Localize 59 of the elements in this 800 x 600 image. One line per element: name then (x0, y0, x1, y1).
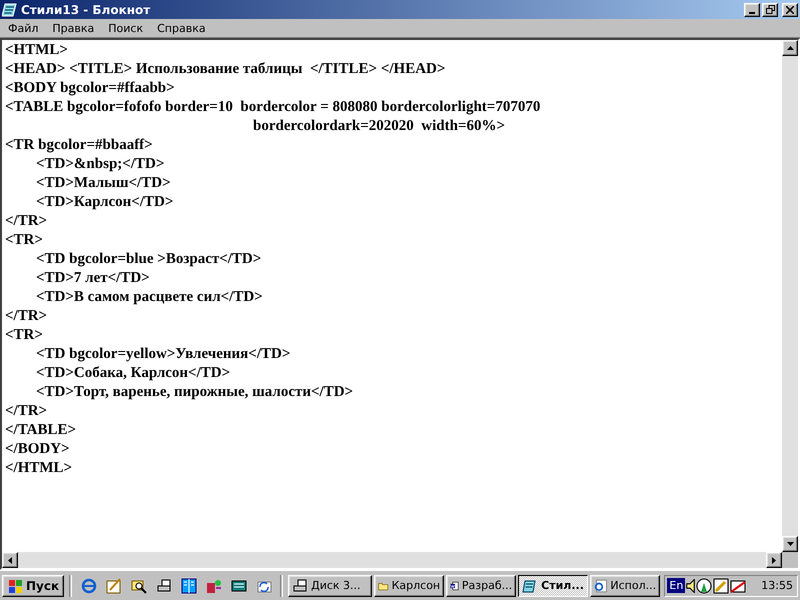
code-line: <TD>Карлсон</TD> (35, 193, 174, 212)
code-line: </TR> (5, 402, 48, 421)
windows-logo-icon (7, 578, 23, 592)
shapes-icon (206, 578, 222, 594)
minimize-button[interactable] (744, 2, 760, 16)
restore-button[interactable] (762, 2, 778, 16)
code-line: </HTML> (5, 459, 74, 478)
menu-item[interactable]: Справка (150, 22, 213, 34)
code-line: <TR> (5, 326, 44, 345)
taskbar-button[interactable]: Карлсон (374, 574, 444, 596)
drive-icon (156, 578, 172, 594)
code-line: <TD>7 лет</TD> (35, 269, 151, 288)
language-indicator[interactable]: En (667, 578, 686, 593)
right-arrow-icon (772, 556, 776, 564)
menu-item[interactable]: Правка (45, 22, 102, 34)
minimize-icon (749, 12, 755, 14)
code-line: </BODY> (5, 440, 71, 459)
close-button[interactable] (782, 2, 798, 16)
taskbar-button[interactable]: Стил... (518, 574, 588, 596)
browser-icon (594, 578, 608, 594)
drive-icon (292, 578, 308, 594)
keyboard-icon (230, 578, 247, 594)
pencil-icon (106, 578, 122, 594)
restore-icon (766, 5, 774, 14)
up-arrow-icon (786, 46, 794, 50)
code-line: <HEAD> <TITLE> Использование таблицы </TITLE> </HEAD> (5, 60, 446, 79)
code-line: <TD bgcolor=yellow>Увлечения</TD> (35, 345, 292, 364)
menu-item[interactable]: Файл (1, 22, 46, 34)
search-icon (130, 578, 147, 594)
clock: 13:55 (761, 579, 793, 592)
menu-item[interactable]: Поиск (101, 22, 150, 34)
code-line: <TABLE bgcolor=fofofo border=10 bordercolor = 808080 bordercolorlight=707070 (5, 98, 542, 117)
code-line: <TR bgcolor=#bbaaff> (5, 136, 154, 155)
down-arrow-icon (786, 542, 794, 546)
book-icon (180, 578, 197, 594)
code-line: </TR> (5, 307, 48, 326)
notepad-icon (522, 578, 538, 594)
left-arrow-icon (8, 556, 12, 564)
code-line: <TD bgcolor=blue >Возраст</TD> (35, 250, 262, 269)
code-line: <BODY bgcolor=#ffaabb> (5, 79, 176, 98)
taskbar-button[interactable]: Испол... (590, 574, 660, 596)
code-line: <TD>Торт, варенье, пирожные, шалости</TD> (35, 383, 354, 402)
horizontal-scrollbar[interactable] (2, 552, 782, 568)
code-line: <TD>Собака, Карлсон</TD> (35, 364, 232, 383)
code-line: <TD>В самом расцвете сил</TD> (35, 288, 264, 307)
code-line: <TR> (5, 231, 44, 250)
code-line: bordercolordark=202020 width=60%> (252, 117, 506, 136)
code-line: </TABLE> (5, 421, 78, 440)
code-line: <TD>Малыш</TD> (35, 174, 172, 193)
start-button[interactable]: Пуск (2, 574, 64, 596)
code-line: </TR> (5, 212, 48, 231)
taskbar-button[interactable]: Диск 3... (288, 574, 372, 596)
code-line: <TD>&nbsp;</TD> (35, 155, 166, 174)
close-icon (786, 6, 794, 14)
vertical-scrollbar[interactable] (782, 40, 798, 552)
code-line: <HTML> (5, 41, 69, 60)
window-title: Стили13 - Блокнот (21, 2, 152, 16)
notepad-icon (2, 2, 18, 18)
taskbar-button[interactable]: Разраб... (446, 574, 516, 596)
